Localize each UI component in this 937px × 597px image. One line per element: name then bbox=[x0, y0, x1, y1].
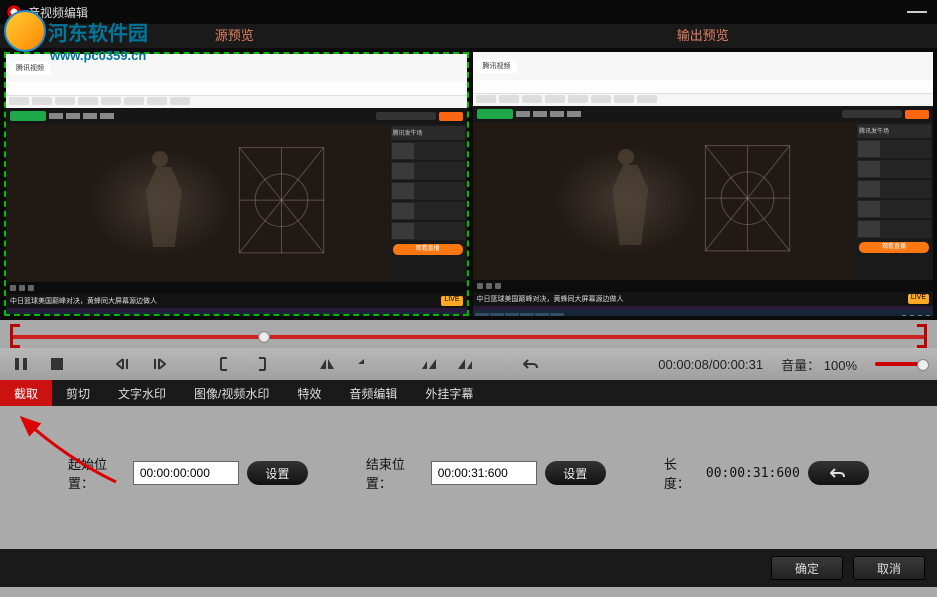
preview-header: 源预览 输出预览 bbox=[0, 24, 937, 48]
title-bar: 音视频编辑 bbox=[0, 0, 937, 24]
mark-out-icon[interactable] bbox=[252, 355, 270, 373]
source-preview-label: 源预览 bbox=[0, 24, 469, 48]
timeline-slider[interactable] bbox=[10, 328, 927, 346]
tab-effects[interactable]: 特效 bbox=[283, 380, 335, 406]
start-position-input[interactable] bbox=[133, 461, 239, 485]
playback-time: 00:00:08/00:00:31 bbox=[658, 357, 763, 372]
source-preview-pane[interactable]: 腾讯视频 腾讯发牛场 观看直播 中日篮 bbox=[4, 52, 469, 316]
minimize-icon[interactable] bbox=[907, 11, 927, 13]
trim-panel: 起始位置： 设置 结束位置： 设置 长度： 00:00:31:600 bbox=[0, 406, 937, 549]
ok-button[interactable]: 确定 bbox=[771, 556, 843, 580]
window-title: 音视频编辑 bbox=[28, 4, 907, 21]
timeline-end-bracket[interactable] bbox=[917, 324, 927, 348]
set-end-button[interactable]: 设置 bbox=[545, 461, 606, 485]
undo-icon[interactable] bbox=[522, 355, 540, 373]
prev-frame-icon[interactable] bbox=[114, 355, 132, 373]
length-label: 长度： bbox=[664, 454, 698, 492]
stop-icon[interactable] bbox=[48, 355, 66, 373]
tab-trim[interactable]: 截取 bbox=[0, 380, 52, 406]
tab-text_wm[interactable]: 文字水印 bbox=[104, 380, 180, 406]
mark-in-icon[interactable] bbox=[216, 355, 234, 373]
tab-image_wm[interactable]: 图像/视频水印 bbox=[180, 380, 283, 406]
length-value: 00:00:31:600 bbox=[706, 466, 800, 481]
output-preview-label: 输出预览 bbox=[469, 24, 937, 48]
cancel-button[interactable]: 取消 bbox=[853, 556, 925, 580]
pause-icon[interactable] bbox=[12, 355, 30, 373]
app-icon bbox=[6, 4, 22, 20]
reset-length-button[interactable] bbox=[808, 461, 869, 485]
volume-slider[interactable] bbox=[875, 362, 925, 366]
source-preview-content: 腾讯视频 腾讯发牛场 观看直播 中日篮 bbox=[6, 54, 467, 314]
tab-subtitle[interactable]: 外挂字幕 bbox=[411, 380, 487, 406]
timeline-area bbox=[0, 320, 937, 348]
rotate-right-icon[interactable] bbox=[456, 355, 474, 373]
timeline-playhead[interactable] bbox=[258, 331, 270, 343]
timeline-start-bracket[interactable] bbox=[10, 324, 20, 348]
output-preview-content: 腾讯视频 腾讯发牛场 观看直播 中日篮 bbox=[473, 52, 934, 316]
dialog-footer: 确定 取消 bbox=[0, 549, 937, 587]
editor-tabs: 截取剪切文字水印图像/视频水印特效音频编辑外挂字幕 bbox=[0, 380, 937, 406]
rotate-left-icon[interactable] bbox=[420, 355, 438, 373]
trim-fields-row: 起始位置： 设置 结束位置： 设置 长度： 00:00:31:600 bbox=[68, 454, 869, 492]
end-position-label: 结束位置： bbox=[366, 454, 423, 492]
playback-toolbar: 00:00:08/00:00:31 音量： 100% bbox=[0, 348, 937, 380]
preview-row: 腾讯视频 腾讯发牛场 观看直播 中日篮 bbox=[0, 48, 937, 320]
annotation-arrow-icon bbox=[6, 410, 126, 490]
output-preview-pane[interactable]: 腾讯视频 腾讯发牛场 观看直播 中日篮 bbox=[473, 52, 934, 316]
tab-crop[interactable]: 剪切 bbox=[52, 380, 104, 406]
end-position-input[interactable] bbox=[431, 461, 537, 485]
next-frame-icon[interactable] bbox=[150, 355, 168, 373]
timeline-track bbox=[10, 335, 927, 339]
tab-audio[interactable]: 音频编辑 bbox=[335, 380, 411, 406]
flip-vertical-icon[interactable] bbox=[354, 355, 372, 373]
volume-label: 音量： 100% bbox=[781, 355, 857, 374]
set-start-button[interactable]: 设置 bbox=[247, 461, 308, 485]
flip-horizontal-icon[interactable] bbox=[318, 355, 336, 373]
